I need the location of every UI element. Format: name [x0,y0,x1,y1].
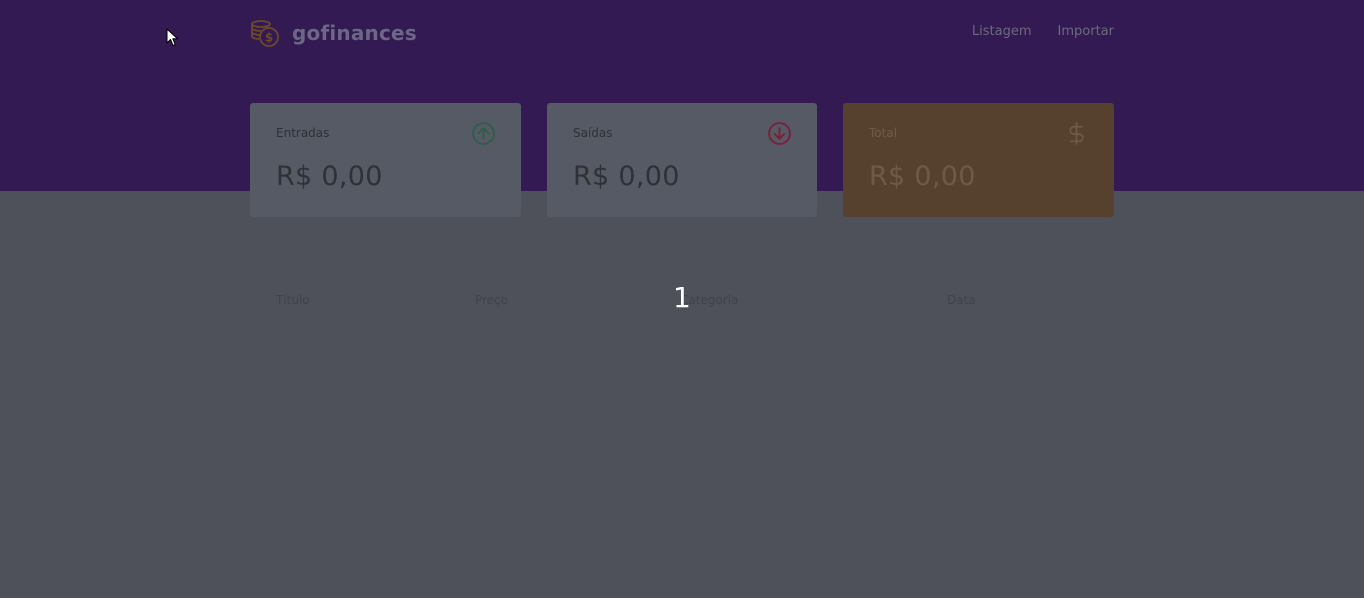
income-card: Entradas R$ 0,00 [250,103,521,217]
income-label: Entradas [276,126,330,140]
coins-dollar-icon: $ [251,20,279,47]
svg-text:$: $ [265,31,273,45]
main-nav: Listagem Importar [972,24,1114,39]
total-value: R$ 0,00 [869,161,976,192]
outcome-card: Saídas R$ 0,00 [547,103,817,217]
overlay-number-label: 1 [673,281,691,314]
nav-listagem-link[interactable]: Listagem [972,24,1032,39]
column-header-title[interactable]: Título [276,293,310,307]
outcome-label: Saídas [573,126,613,140]
mouse-cursor-icon [166,28,178,46]
outcome-value: R$ 0,00 [573,161,680,192]
income-value: R$ 0,00 [276,161,383,192]
column-header-date[interactable]: Data [947,293,976,307]
arrow-down-circle-icon [768,121,791,145]
arrow-up-circle-icon [472,121,495,145]
page: $ gofinances Listagem Importar Entradas … [0,0,1364,598]
total-label: Total [869,126,898,140]
dollar-sign-icon [1069,121,1084,145]
column-header-price[interactable]: Preço [475,293,508,307]
total-card: Total R$ 0,00 [843,103,1114,217]
logo[interactable]: $ gofinances [250,18,417,48]
nav-importar-link[interactable]: Importar [1058,24,1114,39]
app-name: gofinances [292,21,417,45]
